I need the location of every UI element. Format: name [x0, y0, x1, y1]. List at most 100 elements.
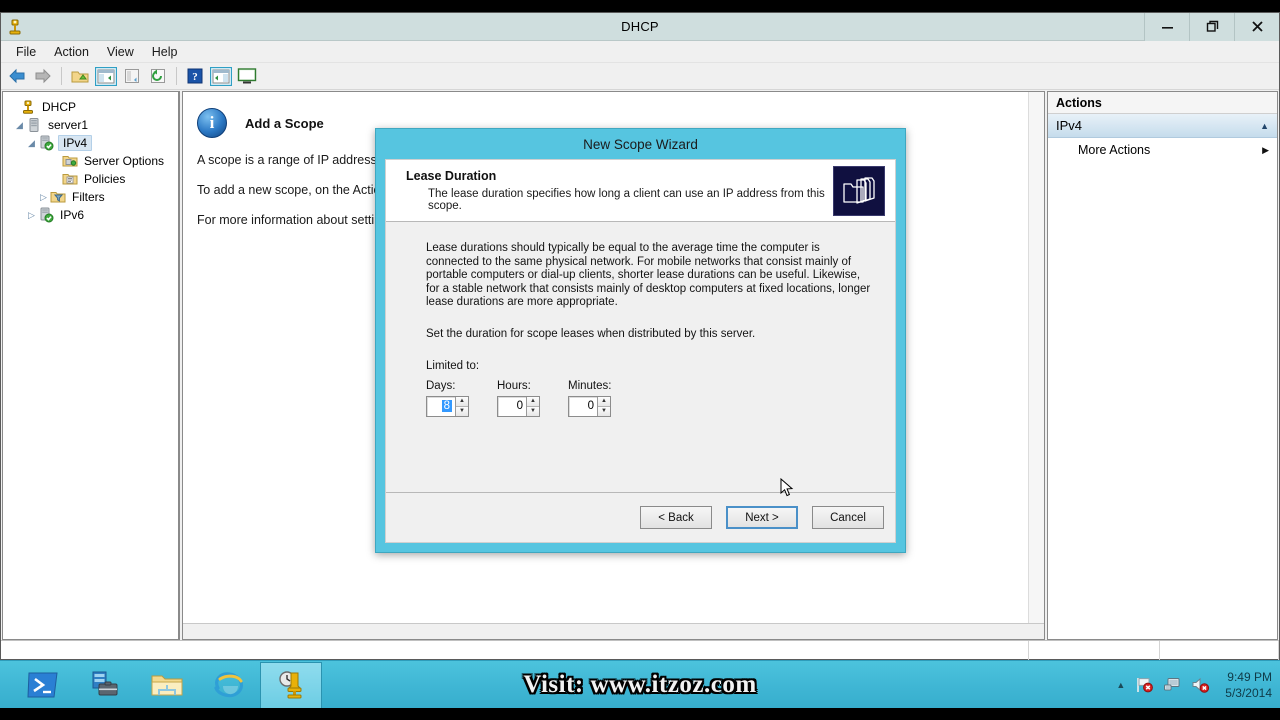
sidebar-item-label: server1 [48, 118, 89, 132]
menu-view[interactable]: View [98, 43, 143, 61]
minutes-spin-buttons: ▲ ▼ [597, 396, 610, 416]
sidebar-item-label: DHCP [42, 100, 77, 114]
minutes-label: Minutes: [568, 379, 612, 392]
tree-expander[interactable]: ▷ [25, 209, 38, 222]
ipv4-ok-icon [38, 135, 54, 151]
hours-input[interactable]: 0 [498, 397, 526, 416]
menubar: File Action View Help [1, 41, 1279, 63]
wizard-paragraph-2: Set the duration for scope leases when d… [426, 327, 756, 340]
server-icon [26, 117, 42, 133]
volume-muted-icon[interactable] [1191, 676, 1210, 694]
sidebar-item-ipv6[interactable]: ▷ IPv6 [3, 206, 178, 224]
statusbar-cell-2 [1160, 640, 1279, 660]
sidebar-item-server1[interactable]: ◢ server1 [3, 116, 178, 134]
network-icon[interactable] [1163, 676, 1181, 694]
wizard-header-texts: Lease Duration The lease duration specif… [406, 169, 833, 212]
actions-group-ipv4[interactable]: IPv4 ▲ [1048, 114, 1277, 138]
details-vertical-scrollbar[interactable] [1028, 92, 1044, 639]
filters-folder-icon [50, 189, 66, 205]
desktop-background: DHCP File Action View Help ? DHCP ◢ serv… [0, 0, 1280, 720]
menu-file[interactable]: File [7, 43, 45, 61]
next-button[interactable]: Next > [726, 506, 798, 529]
ipv6-ok-icon [38, 207, 54, 223]
wizard-page-subtitle: The lease duration specifies how long a … [428, 188, 825, 212]
hours-spin-buttons: ▲ ▼ [526, 396, 539, 416]
days-stepper[interactable]: 8 ▲ ▼ [426, 395, 469, 417]
hours-increment-icon[interactable]: ▲ [527, 396, 539, 407]
properties-icon[interactable] [120, 65, 144, 87]
show-hide-console-tree-icon[interactable] [94, 65, 118, 87]
clock[interactable]: 9:49 PM 5/3/2014 [1219, 669, 1272, 701]
sidebar-item-label: Policies [84, 172, 126, 186]
actions-pane: Actions IPv4 ▲ More Actions ▶ [1047, 91, 1278, 640]
tree-expander[interactable] [7, 101, 20, 114]
clock-time: 9:49 PM [1227, 669, 1272, 684]
back-icon[interactable] [5, 65, 29, 87]
hours-stepper[interactable]: 0 ▲ ▼ [497, 395, 540, 417]
server-manager-icon[interactable] [74, 662, 136, 708]
clock-date: 5/3/2014 [1225, 685, 1272, 700]
menu-help[interactable]: Help [143, 43, 187, 61]
powershell-icon[interactable] [12, 662, 74, 708]
tree-expander [49, 173, 62, 186]
minutes-input[interactable]: 0 [569, 397, 597, 416]
wizard-inner: Lease Duration The lease duration specif… [385, 159, 896, 543]
actions-group-label: IPv4 [1056, 118, 1083, 133]
internet-explorer-icon[interactable] [198, 662, 260, 708]
chevron-up-icon[interactable]: ▲ [1260, 121, 1269, 131]
cancel-button[interactable]: Cancel [812, 506, 884, 529]
tree-expander[interactable]: ▷ [37, 191, 50, 204]
minutes-stepper[interactable]: 0 ▲ ▼ [568, 395, 611, 417]
page-title: Add a Scope [245, 115, 324, 131]
actions-item-more-actions[interactable]: More Actions ▶ [1048, 138, 1277, 162]
dhcp-root-icon [20, 99, 36, 115]
policies-folder-icon [62, 171, 78, 187]
sidebar-item-label: IPv6 [60, 208, 85, 222]
file-explorer-icon[interactable] [136, 662, 198, 708]
tree-expander[interactable]: ◢ [13, 119, 26, 132]
wizard-title: New Scope Wizard [583, 136, 698, 152]
forward-icon[interactable] [31, 65, 55, 87]
export-list-icon[interactable] [235, 65, 259, 87]
lease-duration-fields: Days: 8 ▲ ▼ Hours: 0 ▲ ▼ Minutes: 0 ▲ ▼ [426, 380, 873, 417]
sidebar-item-filters[interactable]: ▷ Filters [3, 188, 178, 206]
show-hide-action-pane-icon[interactable] [209, 65, 233, 87]
taskbar: Visit: www.itzoz.com ▲ 9:49 PM 5/3/2014 [0, 660, 1280, 708]
days-field-group: Days: 8 ▲ ▼ [426, 380, 469, 417]
hours-decrement-icon[interactable]: ▼ [527, 406, 539, 416]
sidebar-item-dhcp[interactable]: DHCP [3, 98, 178, 116]
details-horizontal-scrollbar[interactable] [183, 623, 1044, 639]
chevron-up-icon[interactable]: ▲ [1116, 680, 1125, 690]
back-button[interactable]: < Back [640, 506, 712, 529]
minutes-decrement-icon[interactable]: ▼ [598, 406, 610, 416]
console-statusbar [1, 640, 1279, 660]
folders-banner-icon [833, 165, 885, 216]
window-titlebar[interactable]: DHCP [1, 12, 1279, 41]
server-options-folder-icon [62, 153, 78, 169]
chevron-right-icon: ▶ [1262, 144, 1269, 155]
minutes-increment-icon[interactable]: ▲ [598, 396, 610, 407]
menu-action[interactable]: Action [45, 43, 98, 61]
dhcp-taskbar-icon[interactable] [260, 661, 322, 708]
toolbar: ? [1, 63, 1279, 90]
help-icon[interactable]: ? [183, 65, 207, 87]
up-folder-icon[interactable] [68, 65, 92, 87]
sidebar-item-label: IPv4 [58, 135, 93, 151]
window-title: DHCP [621, 19, 659, 34]
days-increment-icon[interactable]: ▲ [456, 396, 468, 407]
hours-label: Hours: [497, 379, 531, 392]
days-input[interactable]: 8 [427, 397, 455, 416]
sidebar-item-ipv4[interactable]: ◢ IPv4 [3, 134, 178, 152]
system-tray: ▲ 9:49 PM 5/3/2014 [1116, 661, 1280, 709]
days-decrement-icon[interactable]: ▼ [456, 406, 468, 416]
flag-error-icon[interactable] [1135, 676, 1154, 694]
tree-expander [49, 155, 62, 168]
tree-expander[interactable]: ◢ [25, 137, 38, 150]
days-label: Days: [426, 379, 456, 392]
minutes-field-group: Minutes: 0 ▲ ▼ [568, 380, 611, 417]
toolbar-separator [61, 67, 62, 85]
refresh-icon[interactable] [146, 65, 170, 87]
sidebar-item-policies[interactable]: Policies [3, 170, 178, 188]
wizard-titlebar[interactable]: New Scope Wizard [376, 129, 905, 159]
sidebar-item-server-options[interactable]: Server Options [3, 152, 178, 170]
